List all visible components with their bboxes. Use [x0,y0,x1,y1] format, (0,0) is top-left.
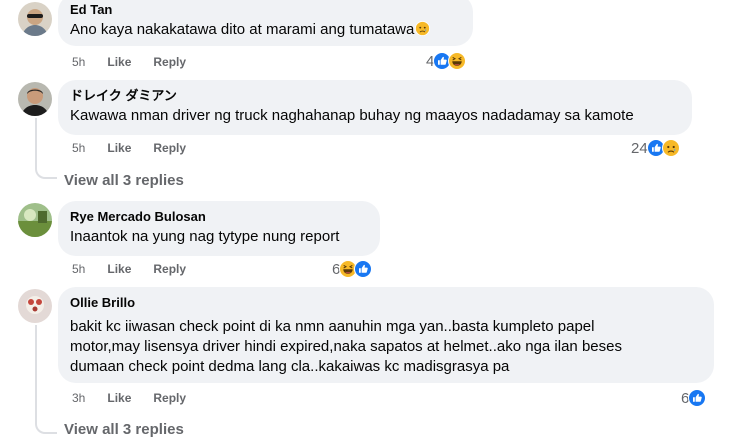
comment-actions: 5h Like Reply [72,55,186,69]
comment-text: Inaantok na yung nag tytype nung report [70,228,340,245]
avatar[interactable] [18,82,52,116]
comment-author[interactable]: Ollie Brillo [70,294,702,311]
comment-timestamp[interactable]: 5h [72,141,85,155]
comment-bubble: Rye Mercado Bulosan Inaantok na yung nag… [58,201,380,256]
like-button[interactable]: Like [107,141,131,155]
thread-line [35,118,37,163]
comment-text-line: dumaan check point dedma lang cla..kakai… [70,358,510,375]
haha-reaction-icon [448,52,466,70]
comment-actions: 3h Like Reply [72,391,186,405]
comment-actions: 5h Like Reply [72,141,186,155]
comment-text: Ano kaya nakakatawa dito at marami ang t… [70,20,461,40]
like-button[interactable]: Like [107,262,131,276]
comment-bubble: Ollie Brillo bakit kc iiwasan check poin… [58,287,714,383]
like-reaction-icon [688,389,706,407]
comment-timestamp[interactable]: 3h [72,391,85,405]
comment-bubble: ドレイク ダミアン Kawawa nman driver ng truck na… [58,80,692,135]
comment-actions: 5h Like Reply [72,262,186,276]
thread-line [35,325,37,420]
reaction-summary[interactable]: 6 [332,260,372,278]
avatar[interactable] [18,289,52,323]
reply-button[interactable]: Reply [153,55,186,69]
comment-author[interactable]: Ed Tan [70,1,461,18]
like-button[interactable]: Like [107,391,131,405]
view-replies-link[interactable]: View all 3 replies [64,172,184,189]
thread-connector [35,418,57,434]
like-button[interactable]: Like [107,55,131,69]
avatar[interactable] [18,203,52,237]
comment-text-line: motor,may lisensya driver hindi expired,… [70,338,622,355]
comment-text-line: bakit kc iiwasan check point di ka nmn a… [70,318,595,335]
comment-text: Kawawa nman driver ng truck naghahanap b… [70,107,634,124]
reaction-summary[interactable]: 6 [681,389,706,407]
comment-author[interactable]: ドレイク ダミアン [70,87,680,104]
comment-timestamp[interactable]: 5h [72,262,85,276]
comment-bubble: Ed Tan Ano kaya nakakatawa dito at maram… [58,0,473,46]
thread-connector [35,163,57,179]
comment-author[interactable]: Rye Mercado Bulosan [70,208,368,225]
view-replies-link[interactable]: View all 3 replies [64,421,184,438]
reply-button[interactable]: Reply [153,141,186,155]
reply-button[interactable]: Reply [153,262,186,276]
reaction-summary[interactable]: 24 [631,139,680,157]
reaction-count: 24 [631,139,648,157]
reply-button[interactable]: Reply [153,391,186,405]
reaction-summary[interactable]: 4 [426,52,466,70]
comment-timestamp[interactable]: 5h [72,55,85,69]
sad-face-icon [415,21,430,36]
sad-reaction-icon [662,139,680,157]
like-reaction-icon [354,260,372,278]
avatar[interactable] [18,2,52,36]
